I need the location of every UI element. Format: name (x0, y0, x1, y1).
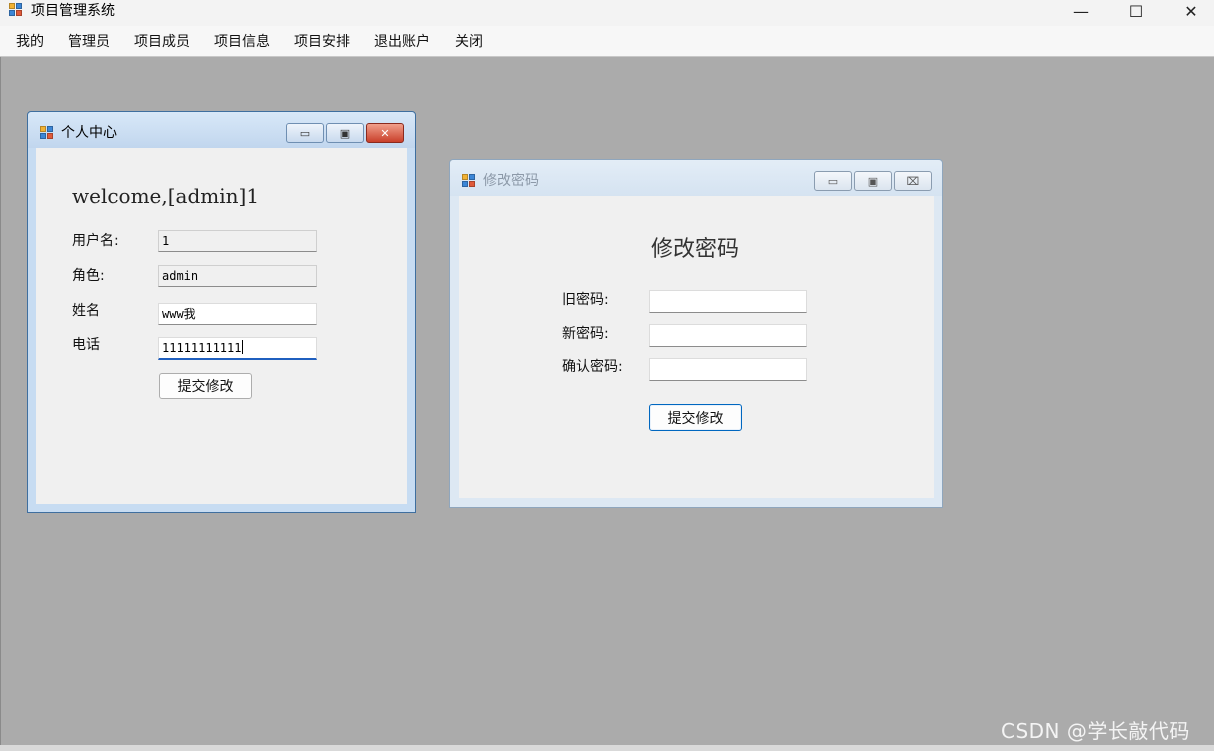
profile-maximize-button[interactable]: ▣ (326, 123, 364, 143)
maximize-icon: ▣ (867, 174, 879, 188)
phone-value: 11111111111 (162, 341, 242, 355)
profile-close-button[interactable]: ✕ (366, 123, 404, 143)
menu-item-close[interactable]: 关闭 (455, 33, 483, 51)
minimize-button[interactable]: — (1058, 0, 1104, 22)
profile-window: 个人中心 ▭ ▣ ✕ welcome,[admin]1 用户名: 1 角色: a… (27, 111, 416, 513)
close-icon: ✕ (380, 126, 390, 140)
username-field[interactable]: 1 (158, 230, 317, 252)
menu-item-members[interactable]: 项目成员 (134, 33, 190, 51)
new-password-field[interactable] (649, 324, 807, 347)
name-field[interactable]: www我 (158, 303, 317, 325)
window-icon (40, 126, 54, 140)
password-heading: 修改密码 (651, 237, 740, 262)
menu-item-admin[interactable]: 管理员 (68, 33, 110, 51)
app-icon (9, 3, 23, 17)
close-button[interactable]: ✕ (1168, 0, 1214, 22)
phone-label: 电话 (72, 337, 100, 353)
username-label: 用户名: (72, 233, 119, 249)
minimize-icon: — (1073, 1, 1089, 21)
menu-item-project-info[interactable]: 项目信息 (214, 33, 270, 51)
menu-item-mine[interactable]: 我的 (16, 33, 44, 51)
maximize-icon: ▣ (339, 126, 351, 140)
profile-window-title: 个人中心 (61, 125, 117, 141)
close-icon: ⌧ (906, 174, 920, 188)
profile-submit-button[interactable]: 提交修改 (159, 373, 252, 399)
taskbar-strip (0, 745, 1214, 751)
welcome-text: welcome,[admin]1 (72, 184, 260, 208)
password-maximize-button[interactable]: ▣ (854, 171, 892, 191)
minimize-icon: ▭ (299, 126, 311, 140)
password-submit-button[interactable]: 提交修改 (649, 404, 742, 431)
minimize-icon: ▭ (827, 174, 839, 188)
confirm-password-field[interactable] (649, 358, 807, 381)
password-window-title: 修改密码 (483, 173, 539, 189)
app-titlebar[interactable]: 项目管理系统 — ☐ ✕ (0, 0, 1214, 26)
new-password-label: 新密码: (562, 326, 609, 342)
role-label: 角色: (72, 268, 105, 284)
old-password-field[interactable] (649, 290, 807, 313)
password-window-caption[interactable]: 修改密码 ▭ ▣ ⌧ (450, 160, 942, 196)
text-caret (242, 340, 244, 354)
old-password-label: 旧密码: (562, 292, 609, 308)
name-label: 姓名 (72, 303, 100, 319)
menu-item-logout[interactable]: 退出账户 (374, 33, 430, 51)
app-title: 项目管理系统 (31, 3, 115, 19)
password-minimize-button[interactable]: ▭ (814, 171, 852, 191)
watermark: CSDN @学长敲代码 (1001, 719, 1190, 743)
confirm-password-label: 确认密码: (562, 359, 623, 375)
password-close-button[interactable]: ⌧ (894, 171, 932, 191)
maximize-icon: ☐ (1128, 1, 1144, 21)
close-icon: ✕ (1184, 1, 1198, 21)
profile-window-caption[interactable]: 个人中心 ▭ ▣ ✕ (28, 112, 415, 148)
menu-bar: 我的 管理员 项目成员 项目信息 项目安排 退出账户 关闭 (0, 26, 1214, 57)
profile-window-content: welcome,[admin]1 用户名: 1 角色: admin 姓名 www… (36, 148, 407, 504)
role-field[interactable]: admin (158, 265, 317, 287)
password-window-content: 修改密码 旧密码: 新密码: 确认密码: 提交修改 (459, 196, 934, 498)
profile-minimize-button[interactable]: ▭ (286, 123, 324, 143)
menu-item-project-schedule[interactable]: 项目安排 (294, 33, 350, 51)
window-icon (462, 174, 476, 188)
maximize-button[interactable]: ☐ (1113, 0, 1159, 22)
password-window: 修改密码 ▭ ▣ ⌧ 修改密码 旧密码: 新密码: 确认密码: 提交修改 (449, 159, 943, 508)
phone-field[interactable]: 11111111111 (158, 337, 317, 360)
